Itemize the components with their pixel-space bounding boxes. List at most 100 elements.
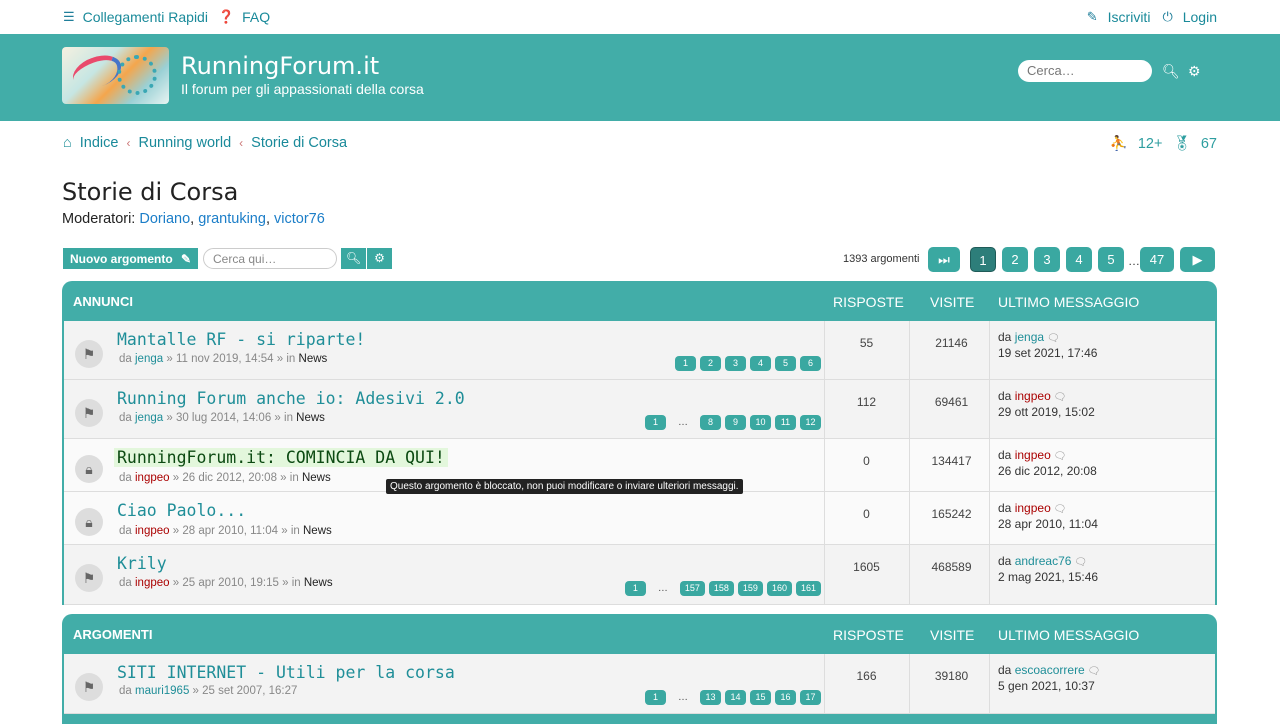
login-link[interactable]: Login <box>1183 9 1217 25</box>
medal-count[interactable]: 67 <box>1201 136 1217 152</box>
topic-title-link[interactable]: SITI INTERNET - Utili per la corsa <box>117 663 455 682</box>
online-count[interactable]: 12+ <box>1138 136 1163 152</box>
header-search-input[interactable]: Cerca… <box>1018 60 1152 82</box>
register-link[interactable]: Iscriviti <box>1108 9 1151 25</box>
topic-page-button[interactable]: 17 <box>800 690 821 705</box>
topic-title-link[interactable]: Krily <box>117 554 167 573</box>
menu-icon[interactable]: ☰ <box>63 9 75 25</box>
topic-title-link[interactable]: Mantalle RF - si riparte! <box>117 330 365 349</box>
topic-page-button[interactable]: 159 <box>737 581 763 596</box>
go-to-post-icon[interactable]: 🗨 <box>1085 666 1101 677</box>
forum-link[interactable]: News <box>304 577 333 589</box>
topic-page-button[interactable]: 10 <box>750 415 771 430</box>
topic-page-button[interactable]: 3 <box>725 356 746 371</box>
breadcrumb-running-world[interactable]: Running world <box>138 135 231 151</box>
breadcrumb-separator: ‹ <box>126 136 131 150</box>
breadcrumb-storie-di-corsa[interactable]: Storie di Corsa <box>251 135 347 151</box>
quick-links-link[interactable]: Collegamenti Rapidi <box>83 9 208 25</box>
topic-meta: da ingpeo » 25 apr 2010, 19:15 » in News <box>119 577 333 589</box>
topic-title-link[interactable]: Running Forum anche io: Adesivi 2.0 <box>117 389 465 408</box>
go-to-post-icon[interactable]: 🗨 <box>1044 333 1060 344</box>
last-author-link[interactable]: andreac76 <box>1015 554 1072 568</box>
page-button[interactable]: 4 <box>1066 247 1092 272</box>
table-row[interactable]: 🔒︎ Ciao Paolo... da ingpeo » 28 apr 2010, … <box>64 492 1215 545</box>
topic-page-button[interactable]: 1 <box>675 356 696 371</box>
forum-search-input[interactable]: Cerca qui… <box>203 248 337 269</box>
topic-page-button[interactable]: 1 <box>624 581 646 596</box>
page-button[interactable]: 2 <box>1002 247 1028 272</box>
jump-to-page-button[interactable]: ⏭ <box>928 247 960 272</box>
author-link[interactable]: ingpeo <box>135 577 170 589</box>
site-logo[interactable] <box>62 47 169 104</box>
breadcrumb-index[interactable]: Indice <box>80 135 119 151</box>
topic-page-button[interactable]: 161 <box>795 581 821 596</box>
go-to-post-icon[interactable]: 🗨 <box>1051 392 1067 403</box>
forum-link[interactable]: News <box>296 412 325 424</box>
by-label: da <box>998 448 1012 462</box>
breadcrumb: ⌂ Indice ‹ Running world ‹ Storie di Cor… <box>63 135 347 151</box>
faq-link[interactable]: FAQ <box>242 9 270 25</box>
column-divider <box>989 654 990 713</box>
topic-page-button[interactable]: 8 <box>700 415 721 430</box>
author-link[interactable]: jenga <box>135 412 163 424</box>
topic-page-button[interactable]: 158 <box>708 581 734 596</box>
topic-title-link[interactable]: RunningForum.it: COMINCIA DA QUI! <box>114 448 448 467</box>
moderators-label: Moderatori: <box>62 211 136 227</box>
topic-page-button[interactable]: 5 <box>775 356 796 371</box>
moderator-link[interactable]: grantuking <box>198 211 266 227</box>
topic-page-button[interactable]: 15 <box>750 690 771 705</box>
last-author-link[interactable]: ingpeo <box>1015 448 1051 462</box>
site-description: Il forum per gli appassionati della cors… <box>181 81 424 97</box>
topic-page-button[interactable]: 14 <box>725 690 746 705</box>
topic-page-button[interactable]: 2 <box>700 356 721 371</box>
table-row[interactable]: ⚑ Running Forum anche io: Adesivi 2.0 da j… <box>64 380 1215 439</box>
advanced-search-icon[interactable]: ⚙︎ <box>1188 63 1201 80</box>
topic-page-button[interactable]: 13 <box>700 690 721 705</box>
search-icon[interactable]: 🔍︎ <box>1162 63 1180 80</box>
topic-page-button[interactable]: 1 <box>645 690 666 705</box>
last-author-link[interactable]: escoacorrere <box>1015 663 1085 677</box>
views-count: 134417 <box>931 454 972 468</box>
last-author-link[interactable]: ingpeo <box>1015 501 1051 515</box>
site-title[interactable]: RunningForum.it <box>181 52 379 80</box>
topic-page-button[interactable]: 1 <box>645 415 666 430</box>
topic-page-button[interactable]: 157 <box>679 581 705 596</box>
topic-page-button[interactable]: 4 <box>750 356 771 371</box>
moderator-link[interactable]: Doriano <box>139 211 190 227</box>
author-link[interactable]: ingpeo <box>135 472 170 484</box>
go-to-post-icon[interactable]: 🗨 <box>1071 557 1087 568</box>
table-row[interactable]: ⚑ Krily da ingpeo » 25 apr 2010, 19:15 » i… <box>64 545 1215 605</box>
topic-page-button[interactable]: 9 <box>725 415 746 430</box>
page-button[interactable]: 5 <box>1098 247 1124 272</box>
topic-page-button[interactable]: 160 <box>766 581 792 596</box>
page-button[interactable]: 47 <box>1140 247 1174 272</box>
author-link[interactable]: jenga <box>135 353 163 365</box>
last-author-link[interactable]: jenga <box>1015 330 1044 344</box>
topic-page-button[interactable]: 11 <box>775 415 796 430</box>
page-button[interactable]: 3 <box>1034 247 1060 272</box>
column-divider <box>824 380 825 438</box>
forum-advanced-search-button[interactable]: ⚙︎ <box>367 248 392 269</box>
go-to-post-icon[interactable]: 🗨 <box>1051 451 1067 462</box>
next-page-button[interactable]: ▶ <box>1180 247 1215 272</box>
forum-link[interactable]: News <box>299 353 328 365</box>
topic-page-button[interactable]: 6 <box>800 356 821 371</box>
table-row[interactable]: ⚑ SITI INTERNET - Utili per la corsa da ma… <box>64 654 1215 714</box>
topic-title-link[interactable]: Ciao Paolo... <box>117 501 246 520</box>
table-header: ARGOMENTI RISPOSTE VISITE ULTIMO MESSAGG… <box>62 614 1217 654</box>
forum-link[interactable]: News <box>302 472 331 484</box>
forum-link[interactable]: News <box>303 525 332 537</box>
topic-page-button[interactable]: 16 <box>775 690 796 705</box>
moderator-link[interactable]: victor76 <box>274 211 325 227</box>
page-title[interactable]: Storie di Corsa <box>62 178 238 206</box>
page-button[interactable]: 1 <box>970 247 996 272</box>
forum-search-button[interactable]: 🔍︎ <box>341 248 366 269</box>
new-topic-button[interactable]: Nuovo argomento ✎ <box>63 248 198 269</box>
go-to-post-icon[interactable]: 🗨 <box>1051 504 1067 515</box>
moderators: Moderatori: Doriano, grantuking, victor7… <box>62 211 325 227</box>
topic-page-button[interactable]: 12 <box>800 415 821 430</box>
author-link[interactable]: mauri1965 <box>135 685 189 697</box>
table-row[interactable]: ⚑ Mantalle RF - si riparte! da jenga » 11 … <box>64 321 1215 380</box>
last-author-link[interactable]: ingpeo <box>1015 389 1051 403</box>
author-link[interactable]: ingpeo <box>135 525 170 537</box>
